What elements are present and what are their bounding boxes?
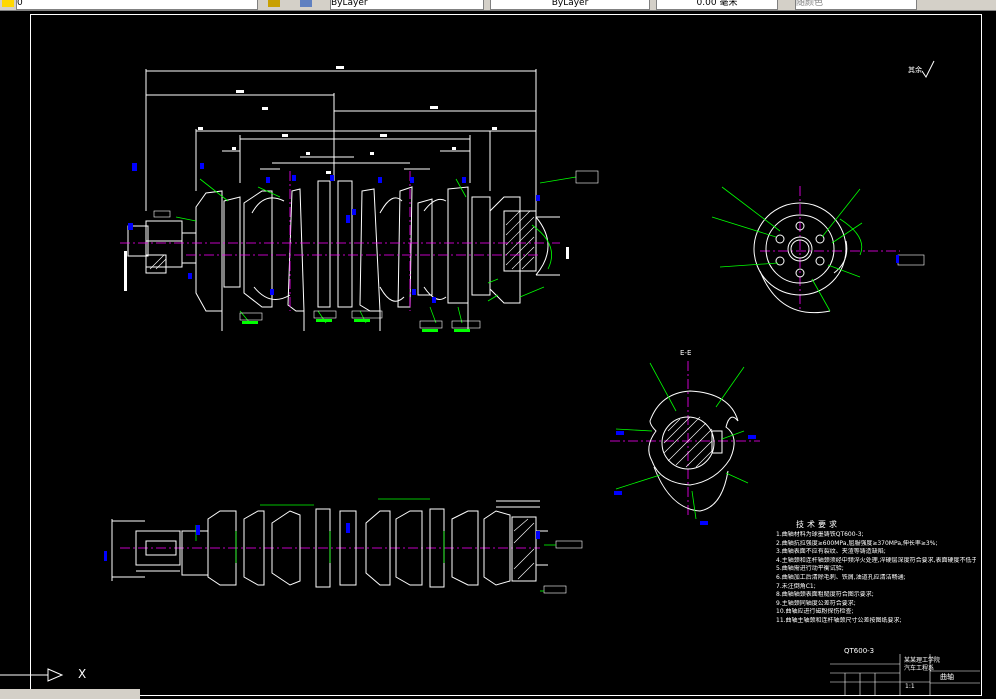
linetype-control[interactable]: ByLayer [490,0,650,10]
part-name: 曲轴 [940,673,954,681]
tech-req-line: 2.曲轴抗拉强度≥600MPa,屈服强度≥370MPa,伸长率≥3%; [776,539,938,547]
tech-req-line: 3.曲轴表面不应有裂纹、夹渣等铸造缺陷; [776,548,886,556]
green-leaders [175,176,577,324]
plotstyle-control[interactable]: 随颜色 [795,0,917,10]
center-lines [120,171,900,549]
section-e-e [648,390,739,512]
main-view [127,69,560,331]
org-line2: 汽车工程系 [904,665,935,672]
layer-manager-icon[interactable] [268,0,280,7]
bottom-hatch [513,518,535,580]
scale-label: 1:1 [905,683,915,690]
tech-req-line: 6.曲轴加工后清除毛刺、铁屑,油道孔应清洁畅通; [776,573,906,581]
section-e-e-label: E-E [680,349,692,357]
tech-req-line: 8.曲轴轴颈表面粗糙度符合图示要求; [776,591,874,599]
section-blue [614,431,756,525]
end-view-blue [896,255,899,263]
technical-requirements: 技术要求 1.曲轴材料为球墨铸铁QT600-3; 2.曲轴抗拉强度≥600MPa,… [776,519,976,626]
tech-req-line: 7.未注倒角C1; [776,582,816,590]
command-strip [0,689,140,699]
layer-lightbulb-icon[interactable] [2,0,14,7]
dimension-text-marks [124,66,569,291]
drawing-number: QT600-3 [844,647,875,655]
layer-previous-icon[interactable] [300,0,312,7]
color-control[interactable]: ByLayer [330,0,484,10]
properties-toolbar: 0 ByLayer ByLayer 0.00 毫米 随颜色 [0,0,996,11]
tech-req-line: 1.曲轴材料为球墨铸铁QT600-3; [776,531,864,538]
tech-req-line: 10.曲轴应进行磁粉探伤检查; [776,608,854,616]
end-view [753,202,848,314]
tech-req-title: 技术要求 [796,520,840,529]
lineweight-control[interactable]: 0.00 毫米 [656,0,778,10]
end-view-leaders [711,186,863,312]
section-hatch [149,210,535,270]
finish-symbol-label: 其余 [908,66,922,74]
ucs-x-label: X [78,667,87,681]
tech-req-line: 11.曲轴主轴颈和连杆轴颈尺寸公差按图纸要求; [776,616,902,624]
ucs-icon [0,668,64,682]
drawing-canvas[interactable]: 其余 E-E 技术要求 1.曲轴材料为球墨铸铁QT600-3; 2.曲轴抗拉强度≥… [0,11,996,699]
tech-req-line: 9.主轴颈同轴度公差符合要求; [776,599,856,607]
tech-req-line: 5.曲轴需进行动平衡试验; [776,565,844,573]
roughness-symbol [921,60,935,78]
tech-req-line: 4.主轴颈和连杆轴颈须经中频淬火处理,淬硬层深度符合要求,表面硬度不低于规定值; [776,556,976,564]
layer-control[interactable]: 0 [16,0,258,10]
